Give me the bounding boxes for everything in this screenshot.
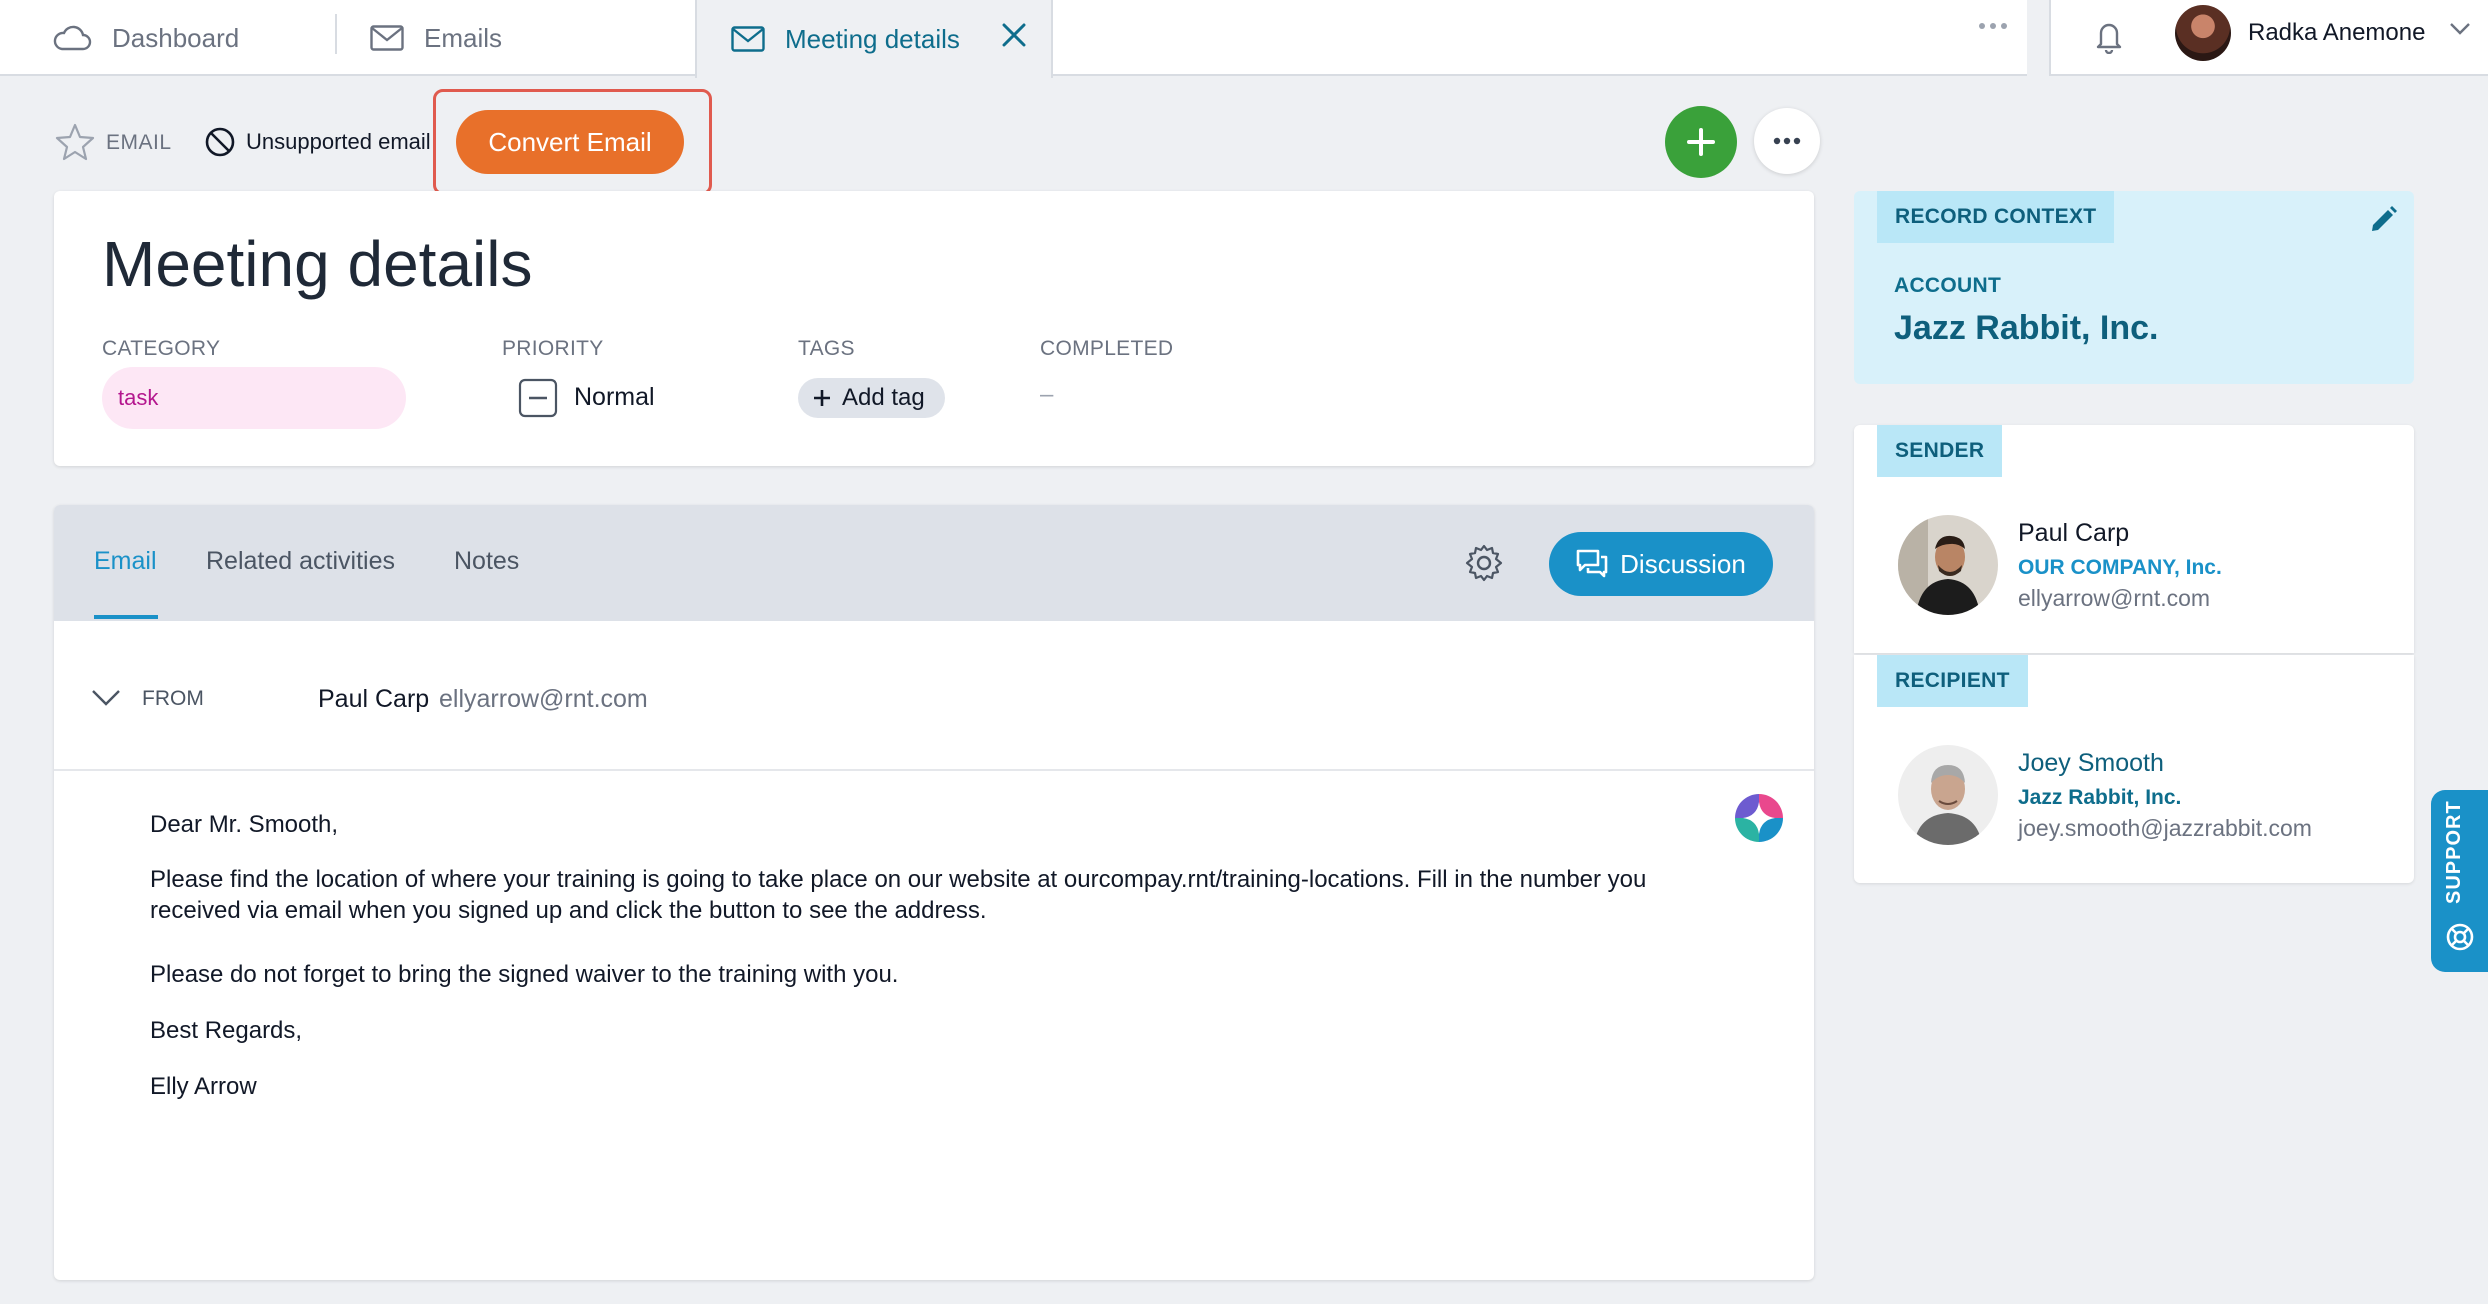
tab-notes[interactable]: Notes — [454, 547, 519, 576]
priority-label: PRIORITY — [502, 337, 604, 360]
gear-icon[interactable] — [1463, 542, 1505, 584]
support-label: SUPPORT — [2443, 800, 2465, 904]
recipient-badge: RECIPIENT — [1877, 655, 2028, 707]
mail-icon — [731, 26, 765, 52]
recipient-email: joey.smooth@jazzrabbit.com — [2018, 815, 2312, 841]
account-link[interactable]: Jazz Rabbit, Inc. — [1894, 309, 2159, 348]
chevron-down-icon[interactable] — [91, 689, 121, 707]
category-label: CATEGORY — [102, 337, 221, 360]
email-greeting: Dear Mr. Smooth, — [150, 811, 339, 838]
lifebuoy-icon — [2445, 922, 2475, 952]
record-header-card: Meeting details CATEGORY task PRIORITY N… — [54, 191, 1814, 466]
chat-icon — [1576, 549, 1608, 578]
tab-meeting-details[interactable]: Meeting details — [695, 0, 1053, 78]
avatar — [1898, 745, 1998, 845]
star-icon[interactable] — [55, 123, 95, 161]
tab-emails[interactable]: Emails — [370, 0, 502, 76]
bell-icon[interactable] — [2093, 18, 2125, 54]
unsupported-icon — [204, 126, 236, 158]
add-tag-button[interactable]: Add tag — [798, 378, 945, 418]
page-title: Meeting details — [102, 228, 533, 300]
tab-dashboard-label: Dashboard — [112, 22, 240, 53]
from-label: FROM — [142, 687, 204, 710]
record-context-card: RECORD CONTEXT ACCOUNT Jazz Rabbit, Inc. — [1854, 191, 2414, 384]
active-tab-underline — [94, 615, 158, 619]
mail-icon — [370, 25, 404, 51]
priority-value[interactable]: Normal — [574, 383, 655, 412]
close-icon[interactable] — [999, 20, 1029, 50]
sender-card: SENDER Paul Carp OUR COMPANY, Inc. ellya… — [1854, 425, 2414, 653]
support-button[interactable]: SUPPORT — [2431, 790, 2488, 972]
priority-normal-icon[interactable] — [518, 378, 558, 418]
sender-name[interactable]: Paul Carp — [2018, 519, 2129, 548]
tab-dashboard[interactable]: Dashboard — [52, 0, 239, 76]
plus-icon — [814, 390, 830, 406]
tab-meeting-details-label: Meeting details — [785, 23, 960, 54]
email-tabs: Email Related activities Notes Discussio… — [54, 505, 1814, 621]
avatar[interactable] — [2175, 5, 2231, 61]
tab-divider — [335, 14, 337, 54]
pencil-icon[interactable] — [2368, 205, 2398, 235]
tab-email[interactable]: Email — [94, 547, 157, 576]
recipient-card: RECIPIENT Joey Smooth Jazz Rabbit, Inc. … — [1854, 655, 2414, 883]
user-name[interactable]: Radka Anemone — [2248, 19, 2425, 47]
add-tag-label: Add tag — [842, 384, 925, 411]
more-actions-button[interactable] — [1754, 108, 1820, 174]
ai-assistant-icon[interactable] — [1734, 793, 1784, 843]
more-tabs-icon[interactable] — [1978, 22, 2008, 30]
cloud-icon — [52, 25, 92, 51]
tags-label: TAGS — [798, 337, 855, 360]
sender-badge: SENDER — [1877, 425, 2003, 477]
discussion-label: Discussion — [1620, 548, 1746, 579]
email-paragraph-1: Please find the location of where your t… — [150, 866, 1647, 924]
discussion-button[interactable]: Discussion — [1549, 532, 1773, 596]
tab-related-activities[interactable]: Related activities — [206, 547, 395, 576]
category-pill[interactable]: task — [102, 367, 406, 429]
add-button[interactable] — [1665, 106, 1737, 178]
from-email: ellyarrow@rnt.com — [439, 685, 648, 713]
recipient-company[interactable]: Jazz Rabbit, Inc. — [2018, 786, 2181, 810]
plus-icon — [1687, 128, 1715, 156]
record-type-label: EMAIL — [106, 131, 172, 154]
email-signature: Elly Arrow — [150, 1073, 257, 1100]
sender-company[interactable]: OUR COMPANY, Inc. — [2018, 556, 2222, 580]
completed-value: – — [1040, 381, 1054, 408]
sender-email: ellyarrow@rnt.com — [2018, 585, 2211, 611]
email-paragraph-2: Please do not forget to bring the signed… — [150, 961, 899, 988]
from-row: FROM Paul Carp ellyarrow@rnt.com — [54, 621, 1814, 771]
tab-emails-label: Emails — [424, 22, 503, 53]
record-context-badge: RECORD CONTEXT — [1877, 191, 2115, 243]
email-card: Email Related activities Notes Discussio… — [54, 505, 1814, 1280]
recipient-name[interactable]: Joey Smooth — [2018, 749, 2164, 778]
convert-email-button[interactable]: Convert Email — [456, 110, 684, 174]
avatar — [1898, 515, 1998, 615]
completed-label: COMPLETED — [1040, 337, 1174, 360]
unsupported-email-label: Unsupported email — [246, 129, 431, 154]
more-icon — [1773, 137, 1801, 145]
from-name: Paul Carp — [318, 685, 430, 713]
account-label: ACCOUNT — [1894, 274, 2002, 297]
user-bar: Radka Anemone — [2049, 0, 2488, 76]
email-closing: Best Regards, — [150, 1017, 303, 1044]
chevron-down-icon[interactable] — [2449, 22, 2471, 36]
